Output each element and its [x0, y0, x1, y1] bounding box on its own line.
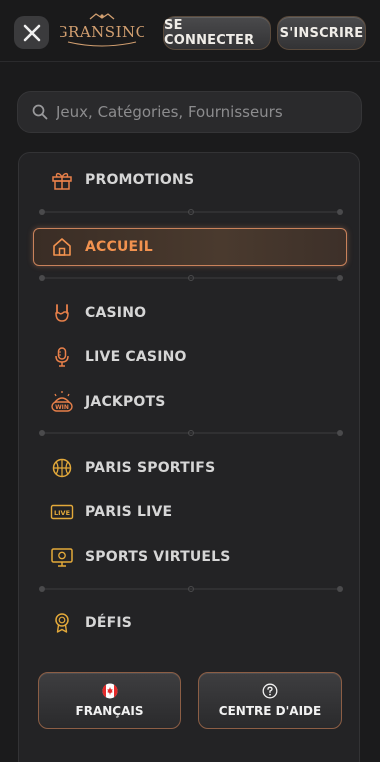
monitor-icon — [50, 545, 74, 569]
menu-item-jackpots[interactable]: WIN JACKPOTS — [30, 385, 330, 419]
login-button[interactable]: SE CONNECTER — [163, 16, 271, 50]
menu-label: ACCUEIL — [85, 239, 153, 255]
close-button[interactable] — [14, 16, 49, 49]
search-icon — [32, 104, 48, 120]
logo-text: GRANSINO — [60, 23, 144, 41]
live-badge-text: LIVE — [54, 509, 70, 517]
menu-item-defis[interactable]: DÉFIS — [30, 606, 330, 640]
divider — [39, 209, 343, 215]
menu-label: JACKPOTS — [85, 394, 166, 410]
divider — [39, 430, 343, 436]
menu-label: LIVE CASINO — [85, 349, 187, 365]
rock-hand-icon — [50, 301, 74, 325]
menu-label: PARIS LIVE — [85, 504, 173, 520]
menu-item-accueil[interactable]: ACCUEIL — [33, 228, 347, 266]
menu-item-live-casino[interactable]: LIVE CASINO — [30, 340, 330, 374]
award-ribbon-icon — [50, 611, 74, 635]
menu-label: PROMOTIONS — [85, 172, 195, 188]
menu-item-casino[interactable]: CASINO — [30, 296, 330, 330]
gransino-logo[interactable]: GRANSINO — [60, 10, 144, 52]
jackpot-win-icon: WIN — [50, 390, 74, 414]
divider — [39, 586, 343, 592]
menu-item-promotions[interactable]: PROMOTIONS — [30, 163, 330, 197]
menu-label: DÉFIS — [85, 615, 133, 631]
close-icon — [23, 24, 40, 41]
menu-item-sports-virtuels[interactable]: SPORTS VIRTUELS — [30, 540, 330, 574]
search-input[interactable] — [56, 103, 346, 121]
canada-flag-icon — [101, 683, 118, 699]
top-bar: GRANSINO SE CONNECTER S'INSCRIRE — [0, 0, 380, 62]
menu-item-paris-sportifs[interactable]: PARIS SPORTIFS — [30, 451, 330, 485]
basketball-icon — [50, 456, 74, 480]
gift-icon — [50, 168, 74, 192]
home-icon — [50, 235, 74, 259]
help-center-label: CENTRE D'AIDE — [218, 704, 322, 718]
live-badge-icon: LIVE — [50, 500, 74, 524]
question-circle-icon — [262, 683, 278, 699]
language-button[interactable]: FRANÇAIS — [38, 672, 181, 729]
menu-label: PARIS SPORTIFS — [85, 460, 216, 476]
language-label: FRANÇAIS — [75, 704, 144, 718]
menu-item-paris-live[interactable]: LIVE PARIS LIVE — [30, 495, 330, 529]
win-badge-text: WIN — [55, 404, 69, 411]
menu-label: SPORTS VIRTUELS — [85, 549, 231, 565]
search-bar[interactable] — [17, 91, 362, 133]
help-center-button[interactable]: CENTRE D'AIDE — [198, 672, 342, 729]
register-button[interactable]: S'INSCRIRE — [277, 16, 366, 50]
divider — [39, 275, 343, 281]
menu-label: CASINO — [85, 305, 147, 321]
microphone-icon — [50, 345, 74, 369]
